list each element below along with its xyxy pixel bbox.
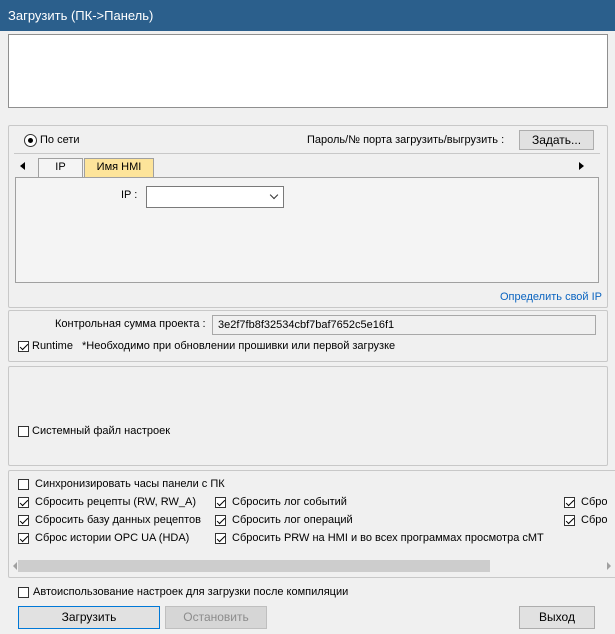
reset-recipes-label: Сбросить рецепты (RW, RW_A) <box>35 496 196 508</box>
runtime-note: *Необходимо при обновлении прошивки или … <box>82 340 396 352</box>
checksum-label: Контрольная сумма проекта : <box>55 318 206 330</box>
set-password-button[interactable]: Задать... <box>519 130 594 150</box>
system-settings-label: Системный файл настроек <box>32 425 171 437</box>
system-settings-checkbox[interactable] <box>18 426 29 437</box>
reset-opc-history-checkbox[interactable] <box>18 533 29 544</box>
auto-use-label: Автоиспользование настроек для загрузки … <box>33 586 349 598</box>
reset-recipes-checkbox[interactable] <box>18 497 29 508</box>
checksum-value: 3e2f7fb8f32534cbf7baf7652c5e16f1 <box>218 319 395 331</box>
tab-scroll-left-icon[interactable] <box>20 162 25 170</box>
reset-col3-b-checkbox[interactable] <box>564 515 575 526</box>
reset-col3-a-checkbox[interactable] <box>564 497 575 508</box>
exit-button[interactable]: Выход <box>519 606 595 629</box>
reset-op-log-label: Сбросить лог операций <box>232 514 353 526</box>
stop-button[interactable]: Остановить <box>165 606 267 629</box>
title-bar: Загрузить (ПК->Панель) <box>0 0 615 31</box>
checksum-field: 3e2f7fb8f32534cbf7baf7652c5e16f1 <box>212 315 596 335</box>
reset-op-log-checkbox[interactable] <box>215 515 226 526</box>
auto-use-checkbox[interactable] <box>18 587 29 598</box>
tab-content-panel <box>15 177 599 283</box>
window-title: Загрузить (ПК->Панель) <box>8 8 154 23</box>
download-button[interactable]: Загрузить <box>18 606 160 629</box>
chevron-down-icon <box>269 190 279 200</box>
scroll-right-icon[interactable] <box>607 562 611 570</box>
reset-prw-checkbox[interactable] <box>215 533 226 544</box>
reset-col3-a-label: Сбро <box>581 496 608 508</box>
scroll-left-icon[interactable] <box>13 562 17 570</box>
reset-prw-label: Сбросить PRW на HMI и во всех программах… <box>232 532 544 544</box>
runtime-checkbox[interactable] <box>18 341 29 352</box>
tab-scroll-right-icon[interactable] <box>579 162 584 170</box>
ip-label: IP : <box>121 189 138 201</box>
tab-hmi-name[interactable]: Имя HMI <box>84 158 154 177</box>
scrollbar-thumb[interactable] <box>18 560 490 572</box>
divider <box>14 153 600 154</box>
network-radio[interactable] <box>24 134 37 147</box>
tab-ip[interactable]: IP <box>38 158 83 177</box>
reset-event-log-label: Сбросить лог событий <box>232 496 347 508</box>
detect-my-ip-link[interactable]: Определить свой IP <box>500 291 602 303</box>
options-horizontal-scrollbar[interactable] <box>9 558 615 574</box>
runtime-label: Runtime <box>32 340 73 352</box>
reset-opc-history-label: Сброс истории OPC UA (HDA) <box>35 532 190 544</box>
reset-recipe-db-label: Сбросить базу данных рецептов <box>35 514 201 526</box>
system-settings-group <box>8 366 608 466</box>
reset-recipe-db-checkbox[interactable] <box>18 515 29 526</box>
reset-event-log-checkbox[interactable] <box>215 497 226 508</box>
log-output[interactable] <box>8 34 608 108</box>
sync-clock-checkbox[interactable] <box>18 479 29 490</box>
password-port-label: Пароль/№ порта загрузить/выгрузить : <box>307 134 505 146</box>
network-radio-label: По сети <box>40 134 80 146</box>
reset-col3-b-label: Сбро <box>581 514 608 526</box>
sync-clock-label: Синхронизировать часы панели с ПК <box>35 478 225 490</box>
ip-combobox[interactable] <box>146 186 284 208</box>
